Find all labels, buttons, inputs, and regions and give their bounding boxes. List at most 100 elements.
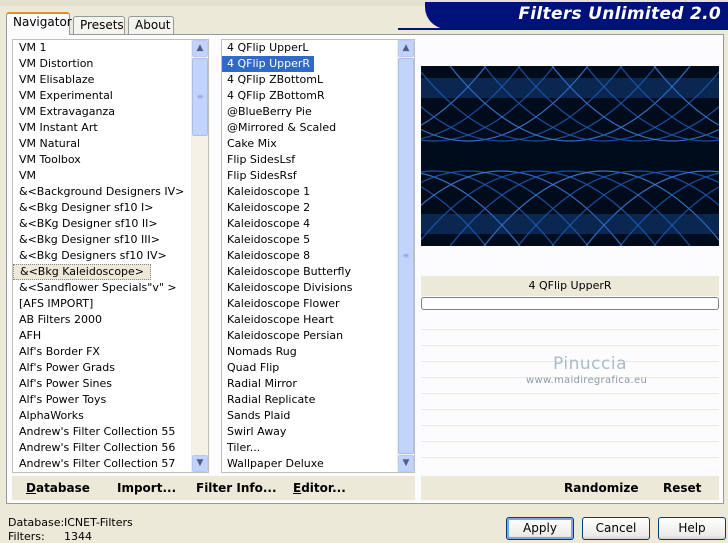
database-button[interactable]: Database xyxy=(26,481,90,495)
category-item: VM Experimental xyxy=(19,89,113,102)
category-item: [AFS IMPORT] xyxy=(19,297,94,310)
filter-row[interactable]: Kaleidoscope Flower xyxy=(222,296,397,312)
help-button[interactable]: Help xyxy=(658,517,726,540)
category-row[interactable]: VM Toolbox xyxy=(13,152,191,168)
filter-item: Radial Replicate xyxy=(227,393,316,406)
reset-button[interactable]: Reset xyxy=(663,481,701,495)
category-row[interactable]: Alf's Power Sines xyxy=(13,376,191,392)
category-row[interactable]: VM Extravaganza xyxy=(13,104,191,120)
filter-row[interactable]: 4 QFlip ZBottomR xyxy=(222,88,397,104)
category-items: VM 1 VM Distortion VM Elisablaze VM Experim… xyxy=(13,40,191,472)
category-scroll-down-button[interactable]: ▼ xyxy=(192,455,208,472)
category-row[interactable]: Alf's Border FX xyxy=(13,344,191,360)
filter-row[interactable]: Nomads Rug xyxy=(222,344,397,360)
filter-row[interactable]: Kaleidoscope Persian xyxy=(222,328,397,344)
category-row[interactable]: AB Filters 2000 xyxy=(13,312,191,328)
filter-row[interactable]: @Mirrored & Scaled xyxy=(222,120,397,136)
status-database-label: Database: xyxy=(8,516,65,529)
filter-row[interactable]: 4 QFlip ZBottomL xyxy=(222,72,397,88)
category-row[interactable]: [AFS IMPORT] xyxy=(13,296,191,312)
parameter-slider-row xyxy=(421,426,719,442)
category-scrollbar[interactable]: ▲ ≡ ▼ xyxy=(191,40,208,472)
category-row[interactable]: VM Experimental xyxy=(13,88,191,104)
list-button-bar: Database Import... Filter Info... Editor… xyxy=(12,476,415,500)
filter-item: Kaleidoscope 8 xyxy=(227,249,311,262)
category-row[interactable]: Andrew's Filter Collection 55 xyxy=(13,424,191,440)
filter-item: @Mirrored & Scaled xyxy=(227,121,337,134)
filter-row[interactable]: Kaleidoscope Butterfly xyxy=(222,264,397,280)
filter-item: Kaleidoscope Heart xyxy=(227,313,334,326)
randomize-button[interactable]: Randomize xyxy=(564,481,638,495)
filter-row[interactable]: Quad Flip xyxy=(222,360,397,376)
filter-row[interactable]: Radial Replicate xyxy=(222,392,397,408)
filter-item: 4 QFlip UpperR xyxy=(222,56,315,72)
cancel-button[interactable]: Cancel xyxy=(582,517,650,540)
watermark-name: Pinuccia xyxy=(553,354,627,374)
category-row[interactable]: &<BKg Designer sf10 II> xyxy=(13,216,191,232)
filter-row[interactable]: @BlueBerry Pie xyxy=(222,104,397,120)
category-row[interactable]: &<Background Designers IV> xyxy=(13,184,191,200)
filter-row[interactable]: Cake Mix xyxy=(222,136,397,152)
filter-item: 4 QFlip ZBottomR xyxy=(227,89,325,102)
filter-scroll-thumb[interactable]: ≡ xyxy=(398,58,414,454)
category-row[interactable]: AFH xyxy=(13,328,191,344)
category-row[interactable]: &<Bkg Kaleidoscope> xyxy=(13,264,191,280)
category-row[interactable]: &<Bkg Designer sf10 I> xyxy=(13,200,191,216)
category-scroll-up-button[interactable]: ▲ xyxy=(192,40,208,57)
filter-item: Kaleidoscope Divisions xyxy=(227,281,353,294)
filter-row[interactable]: Kaleidoscope 8 xyxy=(222,248,397,264)
filter-row[interactable]: Wallpaper Deluxe xyxy=(222,456,397,472)
filter-row[interactable]: 4 QFlip UpperL xyxy=(222,40,397,56)
filter-item: 4 QFlip ZBottomL xyxy=(227,73,324,86)
tab-navigator[interactable]: Navigator xyxy=(6,12,72,35)
filter-scroll-down-button[interactable]: ▼ xyxy=(398,455,414,472)
filter-row[interactable]: Kaleidoscope 5 xyxy=(222,232,397,248)
filter-item: @BlueBerry Pie xyxy=(227,105,312,118)
filter-row[interactable]: Swirl Away xyxy=(222,424,397,440)
category-item: Andrew's Filter Collection 55 xyxy=(19,425,176,438)
filter-row[interactable]: Kaleidoscope 4 xyxy=(222,216,397,232)
filter-row[interactable]: Kaleidoscope 2 xyxy=(222,200,397,216)
filter-row[interactable]: Kaleidoscope Divisions xyxy=(222,280,397,296)
category-row[interactable]: &<Bkg Designers sf10 IV> xyxy=(13,248,191,264)
filter-row[interactable]: Sands Plaid xyxy=(222,408,397,424)
category-row[interactable]: VM 1 xyxy=(13,40,191,56)
filter-row[interactable]: Flip SidesRsf xyxy=(222,168,397,184)
filter-scrollbar[interactable]: ▲ ≡ ▼ xyxy=(397,40,414,472)
category-scroll-thumb[interactable]: ≡ xyxy=(192,58,208,136)
category-row[interactable]: Andrew's Filter Collection 57 xyxy=(13,456,191,472)
filter-scroll-up-button[interactable]: ▲ xyxy=(398,40,414,57)
category-row[interactable]: VM Instant Art xyxy=(13,120,191,136)
filter-row[interactable]: Tiler... xyxy=(222,440,397,456)
category-row[interactable]: &<Bkg Designer sf10 III> xyxy=(13,232,191,248)
editor-button[interactable]: Editor... xyxy=(293,481,346,495)
preview-glow-band xyxy=(421,78,719,98)
filter-row[interactable]: Kaleidoscope 1 xyxy=(222,184,397,200)
category-row[interactable]: Alf's Power Grads xyxy=(13,360,191,376)
apply-button[interactable]: Apply xyxy=(506,517,574,540)
category-item: &<Background Designers IV> xyxy=(19,185,185,198)
category-row[interactable]: VM Elisablaze xyxy=(13,72,191,88)
filter-row[interactable]: Radial Mirror xyxy=(222,376,397,392)
category-row[interactable]: Alf's Power Toys xyxy=(13,392,191,408)
category-row[interactable]: VM Distortion xyxy=(13,56,191,72)
filter-info-button[interactable]: Filter Info... xyxy=(196,481,277,495)
category-row[interactable]: &<Sandflower Specials"v" > xyxy=(13,280,191,296)
tab-presets[interactable]: Presets xyxy=(73,16,125,34)
filter-list[interactable]: 4 QFlip UpperL 4 QFlip UpperR 4 QFlip ZBot… xyxy=(221,39,415,473)
parameter-slider-row xyxy=(421,330,719,346)
filter-row[interactable]: Kaleidoscope Heart xyxy=(222,312,397,328)
category-row[interactable]: Andrew's Filter Collection 56 xyxy=(13,440,191,456)
filter-row[interactable]: Flip SidesLsf xyxy=(222,152,397,168)
category-row[interactable]: AlphaWorks xyxy=(13,408,191,424)
category-item: Alf's Power Toys xyxy=(19,393,107,406)
import-button[interactable]: Import... xyxy=(117,481,176,495)
filter-row[interactable]: 4 QFlip UpperR xyxy=(222,56,397,72)
parameter-slider-area xyxy=(421,314,719,472)
category-row[interactable]: VM xyxy=(13,168,191,184)
category-item: Andrew's Filter Collection 56 xyxy=(19,441,176,454)
parameter-slider-row xyxy=(421,314,719,330)
category-list[interactable]: VM 1 VM Distortion VM Elisablaze VM Experim… xyxy=(12,39,209,473)
category-row[interactable]: VM Natural xyxy=(13,136,191,152)
tab-about[interactable]: About xyxy=(128,16,174,34)
